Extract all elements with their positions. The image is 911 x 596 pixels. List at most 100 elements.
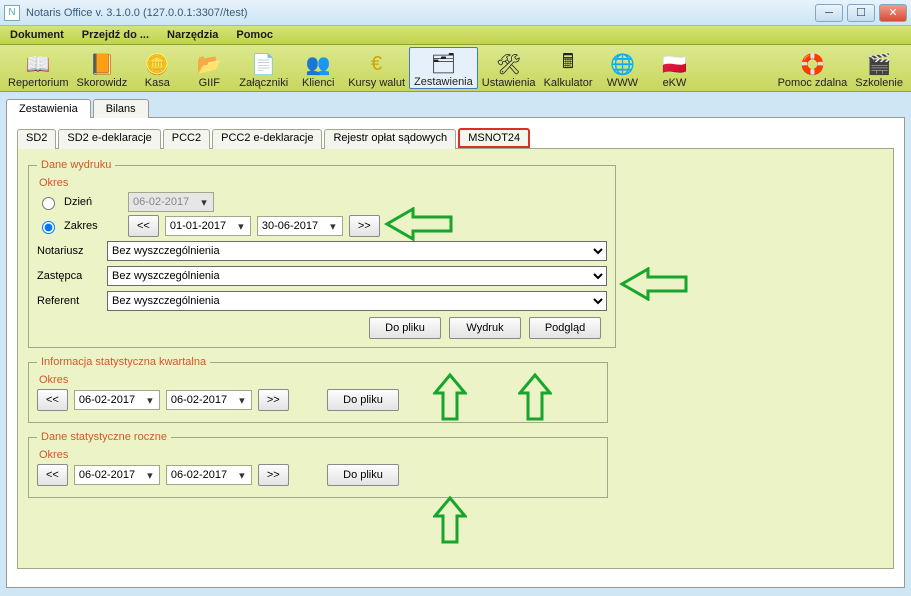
window-title: Notaris Office v. 3.1.0.0 (127.0.0.1:330…: [26, 7, 815, 19]
date-from-input[interactable]: [168, 218, 234, 234]
calculator-icon: 🖩: [552, 51, 584, 77]
minimize-button[interactable]: ─: [815, 4, 843, 22]
label-referent: Referent: [37, 295, 107, 307]
tool-pomoc-zdalna[interactable]: 🛟Pomoc zdalna: [774, 49, 852, 89]
label-notariusz: Notariusz: [37, 245, 107, 257]
menu-pomoc[interactable]: Pomoc: [236, 29, 273, 41]
legend-kwartalna: Informacja statystyczna kwartalna: [37, 356, 210, 368]
tool-szkolenie[interactable]: 🎬Szkolenie: [851, 49, 907, 89]
kw-date-from[interactable]: ▾: [74, 390, 160, 410]
chevron-down-icon[interactable]: ▾: [143, 394, 157, 407]
rz-date-to-input[interactable]: [169, 467, 235, 483]
annotation-arrow-left-2: [618, 267, 688, 301]
kw-date-from-input[interactable]: [77, 392, 143, 408]
subtab-pcc2-edek[interactable]: PCC2 e-deklaracje: [212, 129, 322, 149]
menu-przejdz[interactable]: Przejdź do ...: [82, 29, 149, 41]
maximize-button[interactable]: ☐: [847, 4, 875, 22]
kw-prev-button[interactable]: <<: [37, 389, 68, 411]
rz-date-from[interactable]: ▾: [74, 465, 160, 485]
rz-prev-button[interactable]: <<: [37, 464, 68, 486]
subtab-msnot24[interactable]: MSNOT24: [458, 128, 530, 148]
menu-narzedzia[interactable]: Narzędzia: [167, 29, 218, 41]
range-prev-button[interactable]: <<: [128, 215, 159, 237]
lifebuoy-icon: 🛟: [796, 51, 828, 77]
index-icon: 📙: [86, 51, 118, 77]
coins-icon: 🪙: [141, 51, 173, 77]
label-zakres: Zakres: [64, 220, 122, 232]
rz-date-to[interactable]: ▾: [166, 465, 252, 485]
date-dzien: ▾: [128, 192, 214, 212]
radio-zakres[interactable]: [42, 221, 55, 234]
rz-date-from-input[interactable]: [77, 467, 143, 483]
radio-dzien[interactable]: [42, 197, 55, 210]
select-referent[interactable]: Bez wyszczególnienia: [107, 291, 607, 311]
tab-bilans[interactable]: Bilans: [93, 99, 149, 118]
book-icon: 📖: [22, 51, 54, 77]
kw-next-button[interactable]: >>: [258, 389, 289, 411]
close-button[interactable]: ✕: [879, 4, 907, 22]
window-titlebar: N Notaris Office v. 3.1.0.0 (127.0.0.1:3…: [0, 0, 911, 26]
chevron-down-icon[interactable]: ▾: [235, 394, 249, 407]
group-kwartalna: Informacja statystyczna kwartalna Okres …: [28, 356, 608, 423]
btn-do-pliku[interactable]: Do pliku: [369, 317, 441, 339]
tool-ekw[interactable]: 🇵🇱eKW: [648, 49, 700, 89]
tools-icon: 🛠: [493, 51, 525, 77]
tool-kasa[interactable]: 🪙Kasa: [131, 49, 183, 89]
date-to-input[interactable]: [260, 218, 326, 234]
subtab-rejestr[interactable]: Rejestr opłat sądowych: [324, 129, 456, 149]
label-dzien: Dzień: [64, 196, 122, 208]
tool-klienci[interactable]: 👥Klienci: [292, 49, 344, 89]
sub-tabs: SD2 SD2 e-deklaracje PCC2 PCC2 e-deklara…: [17, 128, 894, 149]
tab-zestawienia[interactable]: Zestawienia: [6, 99, 91, 118]
btn-wydruk[interactable]: Wydruk: [449, 317, 521, 339]
euro-icon: €: [361, 51, 393, 77]
reports-icon: 🗂: [427, 50, 459, 76]
label-okres-kw: Okres: [39, 374, 599, 386]
date-from[interactable]: ▾: [165, 216, 251, 236]
main-tabs: Zestawienia Bilans: [6, 98, 905, 118]
annotation-arrow-up-3: [433, 494, 467, 544]
folder-icon: 📂: [193, 51, 225, 77]
group-roczne: Dane statystyczne roczne Okres << ▾ ▾ >>…: [28, 431, 608, 498]
tool-giif[interactable]: 📂GIIF: [183, 49, 235, 89]
panel-msnot24: Dane wydruku Okres Dzień ▾ Zakres << ▾: [17, 149, 894, 569]
menubar: Dokument Przejdź do ... Narzędzia Pomoc: [0, 26, 911, 45]
date-to[interactable]: ▾: [257, 216, 343, 236]
subtab-sd2[interactable]: SD2: [17, 129, 56, 149]
kw-btn-do-pliku[interactable]: Do pliku: [327, 389, 399, 411]
tool-skorowidz[interactable]: 📙Skorowidz: [73, 49, 132, 89]
tool-www[interactable]: 🌐WWW: [596, 49, 648, 89]
label-okres-rz: Okres: [39, 449, 599, 461]
attachment-icon: 📄: [248, 51, 280, 77]
subtab-pcc2[interactable]: PCC2: [163, 129, 210, 149]
ekw-icon: 🇵🇱: [658, 51, 690, 77]
kw-date-to[interactable]: ▾: [166, 390, 252, 410]
content-area: SD2 SD2 e-deklaracje PCC2 PCC2 e-deklara…: [6, 118, 905, 588]
tool-zestawienia[interactable]: 🗂Zestawienia: [409, 47, 478, 89]
menu-dokument[interactable]: Dokument: [10, 29, 64, 41]
chevron-down-icon[interactable]: ▾: [143, 469, 157, 482]
chevron-down-icon[interactable]: ▾: [234, 220, 248, 233]
chevron-down-icon[interactable]: ▾: [235, 469, 249, 482]
tool-kalkulator[interactable]: 🖩Kalkulator: [540, 49, 597, 89]
select-zastepca[interactable]: Bez wyszczególnienia: [107, 266, 607, 286]
tool-repertorium[interactable]: 📖Repertorium: [4, 49, 73, 89]
btn-podglad[interactable]: Podgląd: [529, 317, 601, 339]
legend-dane-wydruku: Dane wydruku: [37, 159, 115, 171]
kw-date-to-input[interactable]: [169, 392, 235, 408]
tool-zalaczniki[interactable]: 📄Załączniki: [235, 49, 292, 89]
chevron-down-icon: ▾: [197, 196, 211, 209]
date-dzien-input: [131, 194, 197, 210]
subtab-sd2-edek[interactable]: SD2 e-deklaracje: [58, 129, 160, 149]
rz-next-button[interactable]: >>: [258, 464, 289, 486]
range-next-button[interactable]: >>: [349, 215, 380, 237]
rz-btn-do-pliku[interactable]: Do pliku: [327, 464, 399, 486]
label-zastepca: Zastępca: [37, 270, 107, 282]
clapper-icon: 🎬: [863, 51, 895, 77]
tool-kursy[interactable]: €Kursy walut: [344, 49, 409, 89]
tool-ustawienia[interactable]: 🛠Ustawienia: [478, 49, 540, 89]
label-okres: Okres: [39, 177, 607, 189]
chevron-down-icon[interactable]: ▾: [326, 220, 340, 233]
select-notariusz[interactable]: Bez wyszczególnienia: [107, 241, 607, 261]
legend-roczne: Dane statystyczne roczne: [37, 431, 171, 443]
